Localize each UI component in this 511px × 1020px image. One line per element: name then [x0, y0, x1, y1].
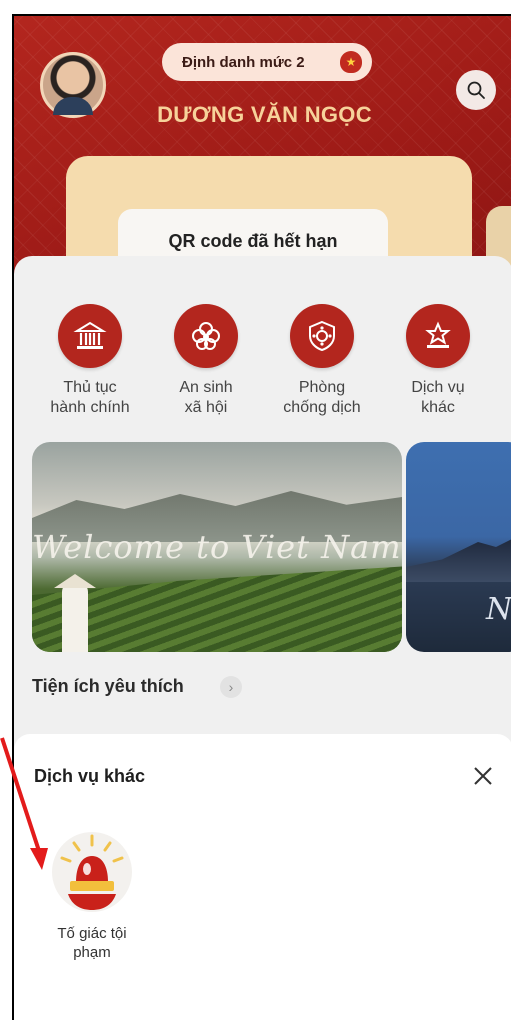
bottom-sheet: Dịch vụ khác Tố giác tội phạm [14, 734, 511, 1020]
more-services-icon [406, 304, 470, 368]
banner-caption-2: N [486, 592, 511, 627]
banner-caption: Welcome to Viet Nam [32, 528, 402, 566]
search-icon [467, 81, 485, 99]
close-button[interactable] [469, 762, 497, 790]
banner-figure [62, 582, 88, 652]
banner-welcome[interactable]: Welcome to Viet Nam [32, 442, 402, 652]
sheet-title: Dịch vụ khác [34, 766, 146, 786]
sheet-item-label: Tố giác tội phạm [57, 925, 127, 961]
service-social-security[interactable]: An sinh xã hội [148, 304, 264, 418]
close-icon [474, 767, 492, 785]
service-label: Dịch vụ khác [411, 379, 465, 416]
phone-screen: Định danh mức 2 ★ DƯƠNG VĂN NGỌC QR code… [12, 14, 511, 1020]
home-content: Thủ tục hành chính An sinh xã hội Phòng … [14, 256, 511, 756]
banner-skyline [406, 532, 511, 582]
banner-conical-hat [54, 574, 96, 588]
service-shortcuts: Thủ tục hành chính An sinh xã hội Phòng … [32, 304, 502, 418]
service-other[interactable]: Dịch vụ khác [380, 304, 496, 418]
service-label: Phòng chống dịch [283, 379, 361, 416]
identity-level-badge[interactable]: Định danh mức 2 ★ [162, 43, 372, 81]
identity-level-label: Định danh mức 2 [182, 53, 305, 71]
service-epidemic[interactable]: Phòng chống dịch [264, 304, 380, 418]
banner-city[interactable]: N [406, 442, 511, 652]
building-icon [58, 304, 122, 368]
shield-star-icon: ★ [340, 51, 362, 73]
service-label: An sinh xã hội [179, 379, 233, 416]
virus-shield-icon [290, 304, 354, 368]
search-button[interactable] [456, 70, 496, 110]
flower-icon [174, 304, 238, 368]
favorites-title: Tiện ích yêu thích [32, 676, 184, 696]
chevron-right-icon[interactable]: › [220, 676, 242, 698]
siren-icon [52, 832, 132, 912]
service-administrative[interactable]: Thủ tục hành chính [32, 304, 148, 418]
service-label: Thủ tục hành chính [50, 379, 130, 416]
sheet-item-crime-report[interactable]: Tố giác tội phạm [32, 832, 152, 962]
qr-status: QR code đã hết hạn [168, 231, 338, 251]
user-name: DƯƠNG VĂN NGỌC [157, 102, 372, 127]
